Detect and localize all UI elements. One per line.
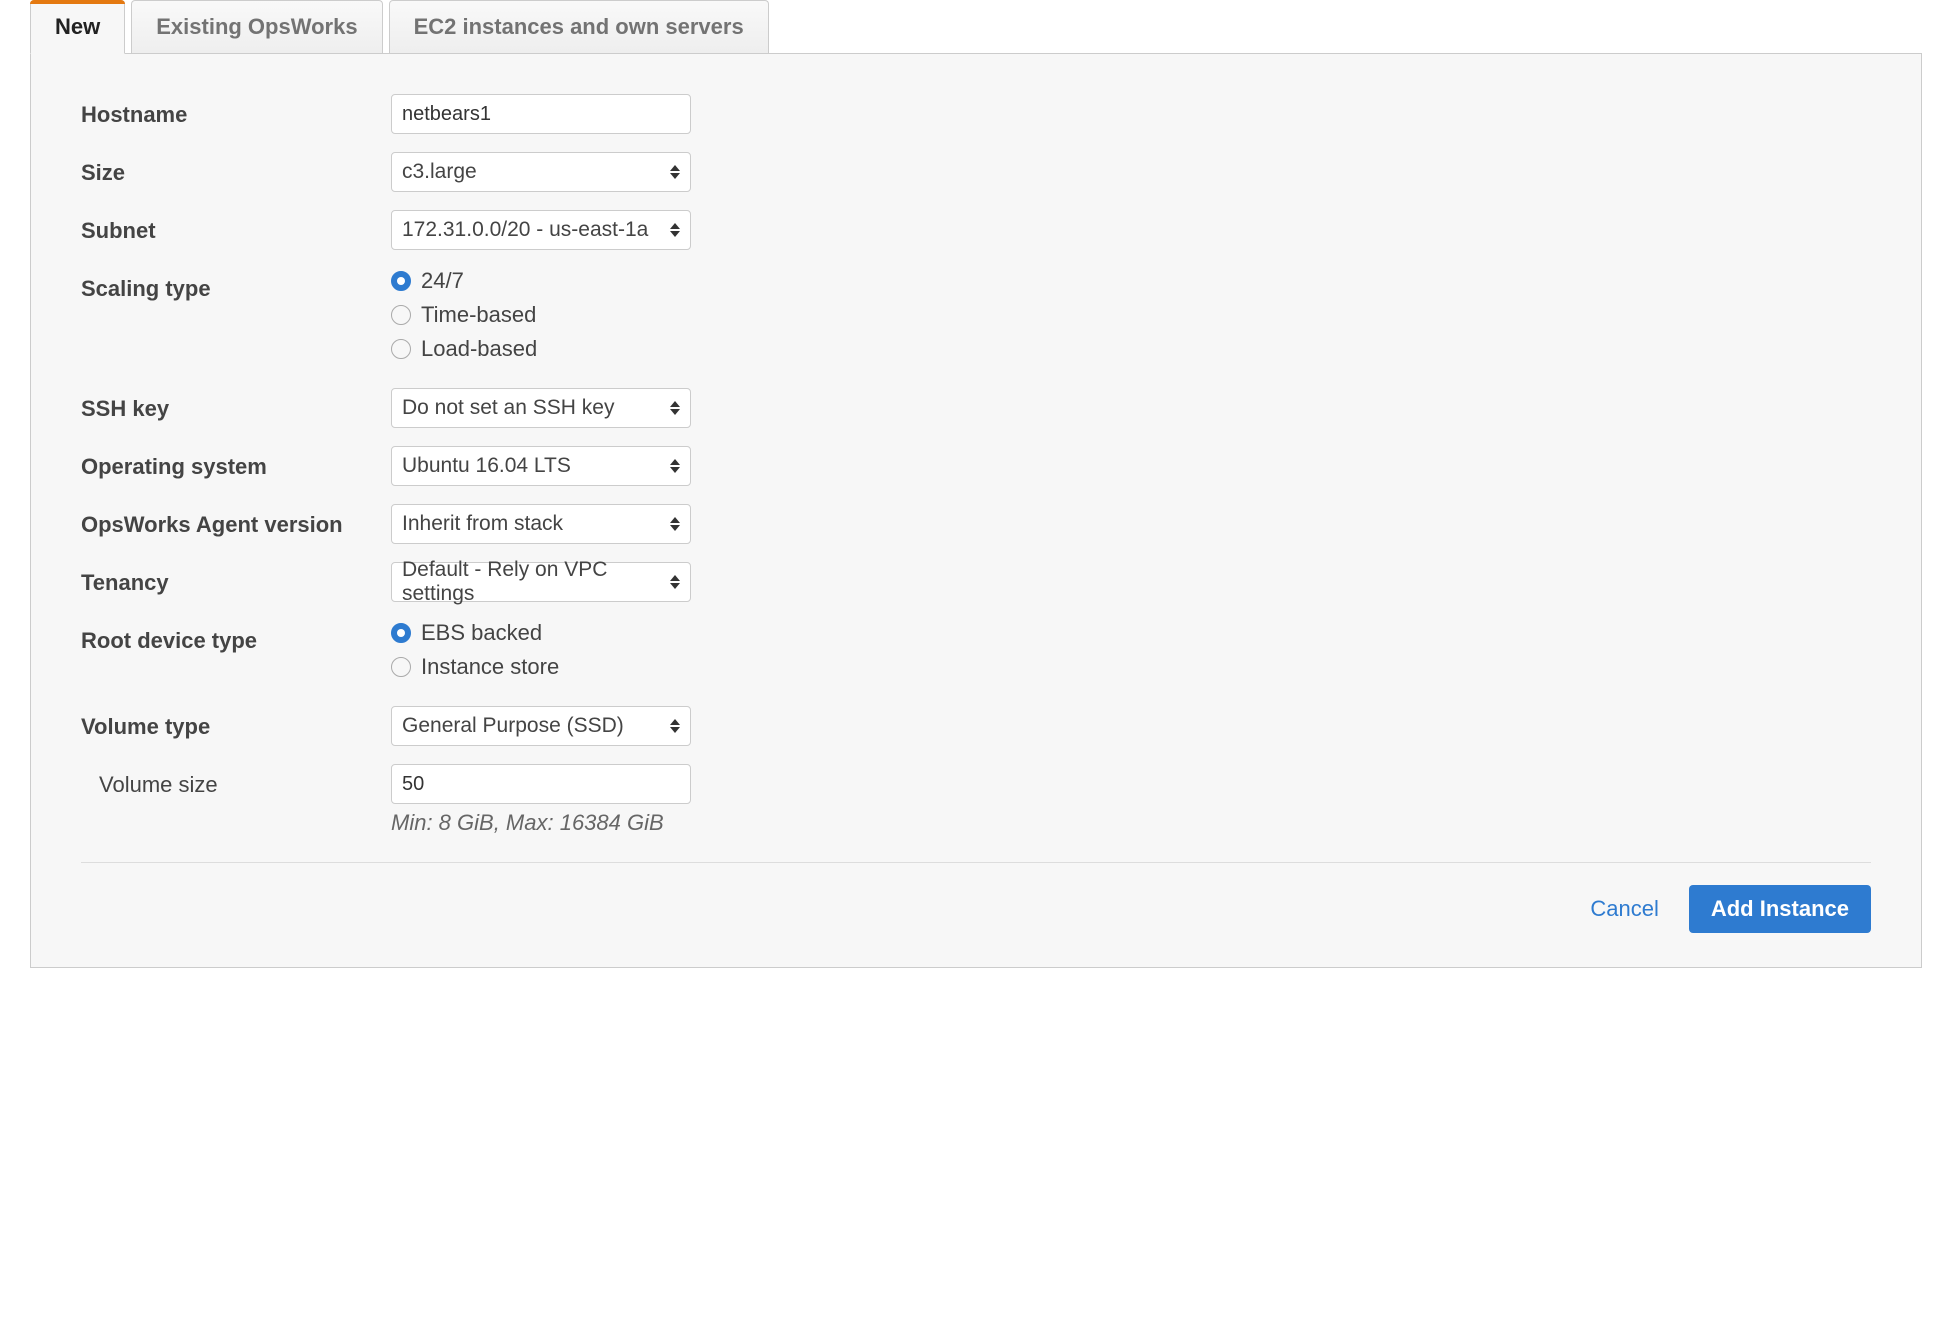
tenancy-select[interactable]: Default - Rely on VPC settings — [391, 562, 691, 602]
size-value: c3.large — [402, 160, 477, 184]
volume-size-hint: Min: 8 GiB, Max: 16384 GiB — [391, 810, 1871, 836]
radio-icon — [391, 657, 411, 677]
scaling-type-247[interactable]: 24/7 — [391, 268, 1871, 294]
form-panel: Hostname Size c3.large Subnet 172.31.0.0… — [30, 53, 1922, 968]
size-label: Size — [81, 152, 391, 186]
cancel-button[interactable]: Cancel — [1590, 896, 1658, 922]
volume-type-select[interactable]: General Purpose (SSD) — [391, 706, 691, 746]
root-device-ebs[interactable]: EBS backed — [391, 620, 1871, 646]
subnet-select[interactable]: 172.31.0.0/20 - us-east-1a — [391, 210, 691, 250]
chevron-updown-icon — [670, 459, 680, 473]
root-device-label: Root device type — [81, 620, 391, 654]
volume-type-label: Volume type — [81, 706, 391, 740]
tab-existing-opsworks[interactable]: Existing OpsWorks — [131, 0, 382, 53]
radio-icon — [391, 339, 411, 359]
tenancy-value: Default - Rely on VPC settings — [402, 558, 670, 606]
subnet-label: Subnet — [81, 210, 391, 244]
divider — [81, 862, 1871, 863]
size-select[interactable]: c3.large — [391, 152, 691, 192]
tab-ec2-instances[interactable]: EC2 instances and own servers — [389, 0, 769, 53]
os-label: Operating system — [81, 446, 391, 480]
scaling-type-label: Scaling type — [81, 268, 391, 302]
volume-size-label: Volume size — [81, 764, 391, 798]
radio-icon — [391, 623, 411, 643]
agent-version-value: Inherit from stack — [402, 512, 563, 536]
ssh-key-label: SSH key — [81, 388, 391, 422]
agent-version-label: OpsWorks Agent version — [81, 504, 391, 538]
add-instance-button[interactable]: Add Instance — [1689, 885, 1871, 933]
scaling-type-247-label: 24/7 — [421, 268, 464, 294]
subnet-value: 172.31.0.0/20 - us-east-1a — [402, 218, 648, 242]
hostname-label: Hostname — [81, 94, 391, 128]
volume-type-value: General Purpose (SSD) — [402, 714, 624, 738]
chevron-updown-icon — [670, 223, 680, 237]
root-device-instance-store-label: Instance store — [421, 654, 559, 680]
hostname-input[interactable] — [391, 94, 691, 134]
scaling-type-time-label: Time-based — [421, 302, 536, 328]
chevron-updown-icon — [670, 165, 680, 179]
agent-version-select[interactable]: Inherit from stack — [391, 504, 691, 544]
chevron-updown-icon — [670, 517, 680, 531]
volume-size-input[interactable] — [391, 764, 691, 804]
radio-icon — [391, 271, 411, 291]
root-device-ebs-label: EBS backed — [421, 620, 542, 646]
scaling-type-time[interactable]: Time-based — [391, 302, 1871, 328]
ssh-key-value: Do not set an SSH key — [402, 396, 614, 420]
chevron-updown-icon — [670, 575, 680, 589]
os-select[interactable]: Ubuntu 16.04 LTS — [391, 446, 691, 486]
tenancy-label: Tenancy — [81, 562, 391, 596]
os-value: Ubuntu 16.04 LTS — [402, 454, 571, 478]
tab-new[interactable]: New — [30, 0, 125, 54]
chevron-updown-icon — [670, 401, 680, 415]
scaling-type-load-label: Load-based — [421, 336, 537, 362]
root-device-instance-store[interactable]: Instance store — [391, 654, 1871, 680]
chevron-updown-icon — [670, 719, 680, 733]
ssh-key-select[interactable]: Do not set an SSH key — [391, 388, 691, 428]
scaling-type-load[interactable]: Load-based — [391, 336, 1871, 362]
radio-icon — [391, 305, 411, 325]
